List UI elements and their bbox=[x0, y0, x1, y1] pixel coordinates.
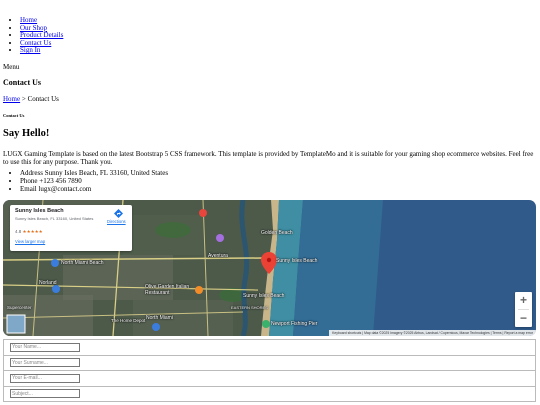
map-label-golden-beach: Golden Beach bbox=[261, 230, 293, 236]
map-embed[interactable]: Golden Beach Sunny Isles Beach Aventura … bbox=[3, 200, 536, 336]
contact-email: Email lugx@contact.com bbox=[20, 185, 168, 194]
page-title: Contact Us bbox=[3, 78, 41, 87]
zoom-out-button[interactable]: − bbox=[515, 310, 532, 327]
contact-form bbox=[3, 339, 536, 402]
rating-stars: ★★★★★ bbox=[22, 229, 43, 234]
breadcrumb-separator: > bbox=[20, 95, 28, 103]
email-input[interactable] bbox=[10, 373, 80, 383]
subject-input[interactable] bbox=[10, 389, 80, 398]
breadcrumb-home-link[interactable]: Home bbox=[3, 95, 20, 103]
map-place-card: Sunny Isles Beach Sunny Isles Beach, FL … bbox=[10, 205, 132, 251]
map-label-north-miami-beach: North Miami Beach bbox=[61, 260, 104, 266]
directions-icon[interactable] bbox=[114, 209, 123, 218]
nav-link-sign-in[interactable]: Sign In bbox=[20, 46, 40, 55]
map-label-fishing-pier: Newport Fishing Pier bbox=[271, 321, 318, 327]
map-label-supercenter: Supercenter bbox=[7, 305, 32, 310]
map-label-marker: Sunny Isles Beach bbox=[276, 258, 318, 264]
map-label-norland: Norland bbox=[39, 280, 57, 286]
place-rating: 4.8 ★★★★★ bbox=[15, 229, 43, 235]
name-input[interactable] bbox=[10, 342, 80, 352]
say-hello-heading: Say Hello! bbox=[3, 128, 50, 139]
map-zoom-control: + − bbox=[515, 292, 532, 327]
map-label-home-depot: The Home Depot bbox=[111, 318, 146, 323]
directions-link[interactable]: Directions bbox=[107, 219, 126, 224]
map-label-north-miami: North Miami bbox=[146, 315, 173, 321]
main-nav: Home Our Shop Product Details Contact Us… bbox=[20, 16, 63, 55]
form-row-name bbox=[3, 339, 536, 356]
section-small-heading: Contact Us bbox=[3, 113, 25, 118]
form-row-subject bbox=[3, 386, 536, 402]
breadcrumb: Home > Contact Us bbox=[3, 95, 59, 103]
place-address: Sunny Isles Beach, FL 33160, United Stat… bbox=[15, 216, 94, 221]
zoom-in-button[interactable]: + bbox=[515, 292, 532, 309]
place-name: Sunny Isles Beach bbox=[15, 208, 64, 214]
map-label-eastern-shores: EASTERN SHORES bbox=[231, 305, 268, 310]
map-label-aventura: Aventura bbox=[208, 253, 228, 259]
view-larger-map-link[interactable]: View larger map bbox=[15, 239, 45, 244]
map-label-olive-garden: Olive Garden Italian Restaurant bbox=[145, 284, 190, 296]
breadcrumb-current: Contact Us bbox=[27, 95, 59, 103]
rating-value: 4.8 bbox=[15, 229, 22, 234]
contact-info-list: Address Sunny Isles Beach, FL 33160, Uni… bbox=[20, 169, 168, 194]
form-row-email bbox=[3, 371, 536, 387]
intro-paragraph: LUGX Gaming Template is based on the lat… bbox=[3, 150, 534, 166]
form-row-surname bbox=[3, 355, 536, 371]
nav-item-sign-in: Sign In bbox=[20, 47, 63, 55]
map-attribution[interactable]: Keyboard shortcuts | Map data ©2025 Imag… bbox=[329, 330, 536, 336]
surname-input[interactable] bbox=[10, 358, 80, 367]
menu-toggle[interactable]: Menu bbox=[3, 63, 19, 71]
map-label-sunny-isles: Sunny Isles Beach bbox=[243, 293, 285, 299]
